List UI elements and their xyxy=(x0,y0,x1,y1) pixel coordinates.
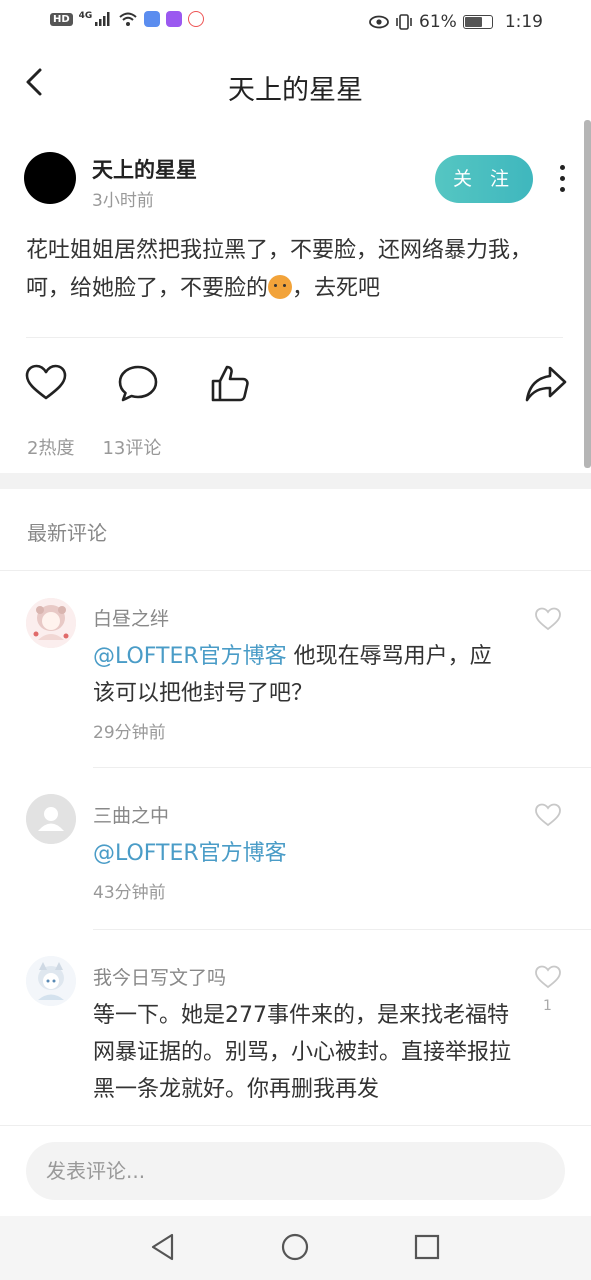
scroll-indicator[interactable] xyxy=(584,120,591,468)
comment-text: 等一下。她是277事件来的，是来找老福特网暴证据的。别骂，小心被封。直接举报拉黑… xyxy=(93,997,513,1108)
comment-like-button[interactable] xyxy=(534,802,562,828)
page-title: 天上的星星 xyxy=(228,75,363,106)
comment-body: 等一下。她是277事件来的，是来找老福特网暴证据的。别骂，小心被封。直接举报拉黑… xyxy=(93,1003,512,1102)
circle-home-icon xyxy=(281,1233,309,1261)
signal-icon xyxy=(95,12,110,26)
like-button[interactable] xyxy=(24,362,68,406)
battery-icon xyxy=(462,15,493,29)
comment-like-count: 1 xyxy=(543,998,552,1014)
more-options-button[interactable] xyxy=(552,162,572,196)
comment-item: 我今日写文了吗 等一下。她是277事件来的，是来找老福特网暴证据的。别骂，小心被… xyxy=(0,930,591,1125)
heart-icon xyxy=(25,364,67,400)
heart-outline-icon xyxy=(535,607,561,631)
comment-count[interactable]: 13评论 xyxy=(102,434,161,460)
comment-input-bar xyxy=(0,1125,591,1216)
nav-back-button[interactable] xyxy=(148,1232,178,1262)
square-recents-icon xyxy=(414,1234,440,1260)
vibrate-icon xyxy=(396,14,412,30)
comment-input[interactable] xyxy=(26,1142,565,1200)
app-notification-icon xyxy=(188,11,205,27)
anime-avatar-icon xyxy=(26,956,76,1006)
commenter-avatar[interactable] xyxy=(26,794,76,844)
doge-emoji-icon xyxy=(268,275,293,299)
comment-time: 43分钟前 xyxy=(93,883,166,903)
comment-text: @LOFTER官方博客 xyxy=(93,835,513,872)
triangle-back-icon xyxy=(151,1233,174,1261)
comment-button[interactable] xyxy=(116,362,160,406)
comment-list[interactable]: 白昼之绊 @LOFTER官方博客 他现在辱骂用户，应该可以把他封号了吧？ 29分… xyxy=(0,571,591,1125)
recommend-button[interactable] xyxy=(208,362,252,406)
battery-percent: 61% xyxy=(419,12,457,32)
section-separator xyxy=(0,473,591,489)
network-type: 4G xyxy=(78,11,93,21)
mention-link[interactable]: @LOFTER官方博客 xyxy=(93,644,287,669)
more-dots-icon xyxy=(559,165,565,170)
hd-indicator: HD xyxy=(50,12,73,26)
heart-outline-icon xyxy=(535,803,561,827)
comment-item: 三曲之中 @LOFTER官方博客 43分钟前 xyxy=(0,768,591,930)
commenter-name[interactable]: 白昼之绊 xyxy=(93,604,169,631)
post-actions xyxy=(0,362,591,410)
comment-bubble-icon xyxy=(118,365,158,402)
eye-comfort-icon xyxy=(369,15,389,29)
comment-time: 29分钟前 xyxy=(93,723,166,743)
comment-item: 白昼之绊 @LOFTER官方博客 他现在辱骂用户，应该可以把他封号了吧？ 29分… xyxy=(0,571,591,768)
more-dots-icon xyxy=(559,176,565,181)
comment-like-button[interactable] xyxy=(534,964,562,990)
heart-outline-icon xyxy=(535,965,561,989)
more-dots-icon xyxy=(559,187,565,192)
avatar[interactable] xyxy=(24,152,76,204)
commenter-name[interactable]: 三曲之中 xyxy=(93,801,169,828)
comment-text: @LOFTER官方博客 他现在辱骂用户，应该可以把他封号了吧？ xyxy=(93,638,513,712)
commenter-name[interactable]: 我今日写文了吗 xyxy=(93,963,226,990)
commenter-avatar[interactable] xyxy=(26,956,76,1006)
default-user-icon xyxy=(26,794,76,844)
top-app-bar: 天上的星星 xyxy=(0,48,591,120)
anime-avatar-icon xyxy=(26,598,76,648)
app-notification-icon xyxy=(144,11,161,27)
author-name[interactable]: 天上的星星 xyxy=(92,154,197,184)
system-nav-bar xyxy=(0,1216,591,1280)
share-arrow-icon xyxy=(525,366,567,402)
follow-button[interactable]: 关 注 xyxy=(435,155,533,203)
share-button[interactable] xyxy=(524,362,568,406)
wifi-icon xyxy=(119,12,137,26)
comments-section-title: 最新评论 xyxy=(27,521,107,545)
commenter-avatar[interactable] xyxy=(26,598,76,648)
post-time: 3小时前 xyxy=(92,191,154,211)
heat-count[interactable]: 2热度 xyxy=(27,434,74,460)
thumbs-up-icon xyxy=(211,365,249,402)
comment-like-button[interactable] xyxy=(534,606,562,632)
clock: 1:19 xyxy=(504,12,543,32)
status-bar: HD 4G 61% 1:19 xyxy=(0,0,591,48)
app-notification-icon xyxy=(166,11,183,27)
post-stats: 2热度 13评论 xyxy=(27,434,161,460)
post-content: 花吐姐姐居然把我拉黑了，不要脸，还网络暴力我，呵，给她脸了，不要脸的 ，去死吧 xyxy=(26,232,556,308)
nav-recents-button[interactable] xyxy=(412,1232,442,1262)
mention-link[interactable]: @LOFTER官方博客 xyxy=(93,841,287,866)
post-text-end: ，去死吧 xyxy=(292,276,381,301)
nav-home-button[interactable] xyxy=(280,1232,310,1262)
post-author: 天上的星星 3小时前 关 注 xyxy=(24,152,567,211)
divider xyxy=(26,337,563,338)
